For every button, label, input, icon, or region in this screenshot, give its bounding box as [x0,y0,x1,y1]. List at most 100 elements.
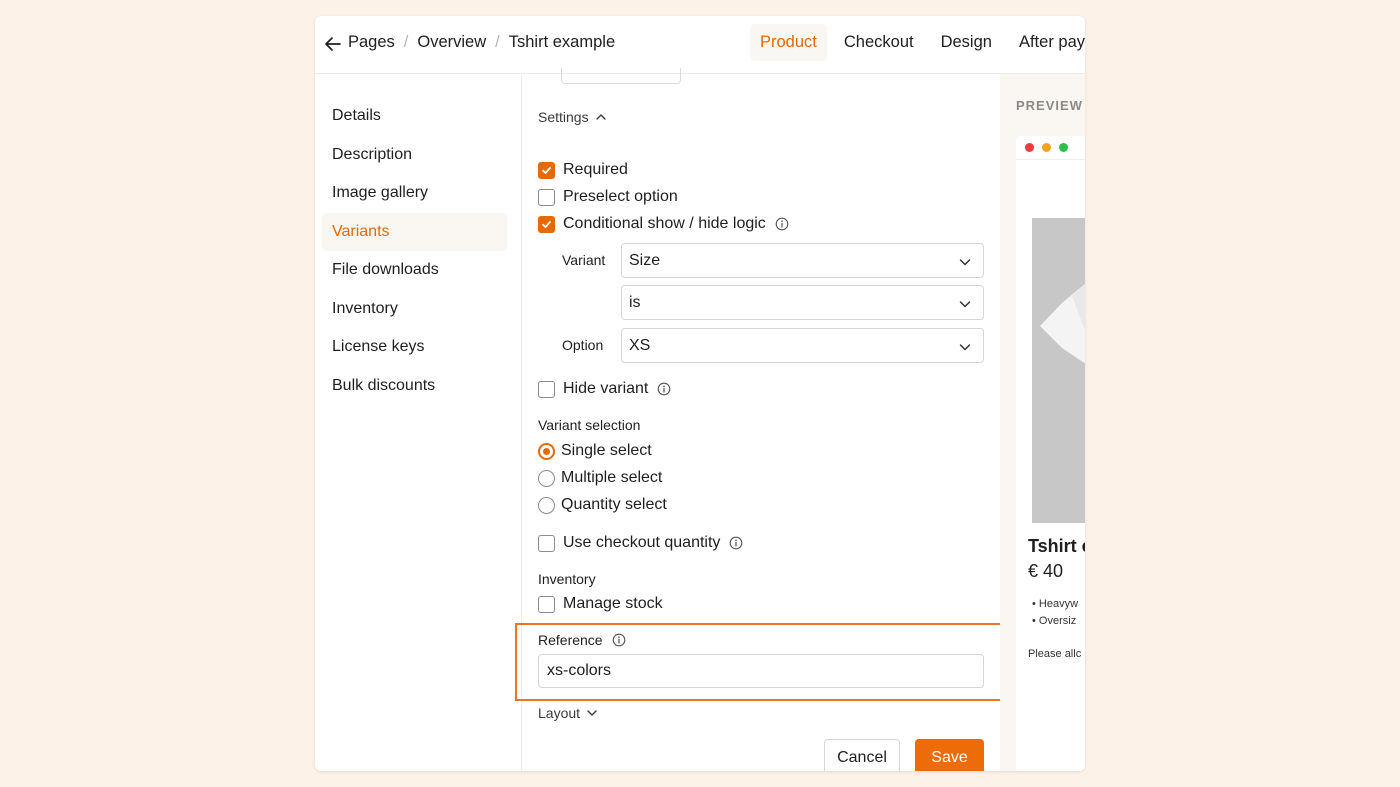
breadcrumb-separator: / [495,33,500,51]
window-maximize-dot-icon [1059,143,1068,152]
single-select-label: Single select [561,442,652,459]
single-select-radio[interactable] [538,442,555,460]
settings-toggle[interactable]: Settings [538,109,607,125]
sidebar-item-description[interactable]: Description [322,136,507,174]
chevron-down-icon [587,710,597,716]
tab-bar: Product Checkout Design After pay [750,24,1085,61]
layout-toggle-label: Layout [538,705,581,721]
checkmark-icon [542,166,551,174]
sidebar-item-inventory[interactable]: Inventory [322,290,507,328]
browser-bar [1016,136,1085,160]
checkout-quantity-row: Use checkout quantity [538,534,743,552]
save-button[interactable]: Save [915,739,984,771]
back-arrow-icon[interactable] [323,34,343,54]
reference-label: Reference [538,632,603,648]
required-label: Required [563,161,628,178]
tab-after-pay[interactable]: After pay [1009,24,1085,61]
manage-stock-row: Manage stock [538,595,663,613]
checkout-quantity-checkbox[interactable] [538,534,555,552]
preview-label: PREVIEW [1016,98,1083,113]
required-checkbox[interactable] [538,161,555,179]
breadcrumb-overview[interactable]: Overview [417,33,486,52]
preview-bullet-list: • Heavyw • Oversiz [1032,596,1078,630]
info-icon[interactable] [775,217,789,231]
inventory-heading: Inventory [538,571,596,587]
quantity-select-row: Quantity select [538,496,667,514]
preview-product-title: Tshirt e [1028,536,1085,556]
checkout-quantity-label: Use checkout quantity [563,534,721,551]
breadcrumb-pages[interactable]: Pages [348,33,395,52]
scrolled-field-stub [561,68,681,84]
tab-product[interactable]: Product [750,24,827,61]
quantity-select-radio[interactable] [538,496,555,514]
preview-note: Please allc [1028,648,1082,660]
quantity-select-label: Quantity select [561,496,667,513]
breadcrumb: Pages / Overview / Tshirt example [348,33,615,52]
preview-panel: PREVIEW Tshirt e € 40 • Heavyw • Oversiz… [1000,74,1085,771]
breadcrumb-separator: / [403,33,409,51]
breadcrumb-current: Tshirt example [508,33,616,51]
tshirt-image-icon [1040,283,1085,364]
info-icon[interactable] [729,536,743,550]
chevron-down-icon [959,344,971,351]
sidebar-item-license-keys[interactable]: License keys [322,328,507,366]
settings-toggle-label: Settings [538,109,589,125]
conditional-logic-checkbox[interactable] [538,215,555,233]
option-select[interactable]: XS [621,328,984,363]
tab-checkout[interactable]: Checkout [834,24,924,61]
operator-select[interactable]: is [621,285,984,320]
info-icon[interactable] [657,382,671,396]
preview-product-price: € 40 [1028,561,1064,581]
preview-browser: Tshirt e € 40 • Heavyw • Oversiz Please … [1016,136,1085,771]
sidebar-item-image-gallery[interactable]: Image gallery [322,174,507,212]
required-row: Required [538,161,628,179]
option-field-label: Option [562,337,604,353]
product-image [1032,218,1085,523]
info-icon[interactable] [612,633,626,647]
preselect-label: Preselect option [563,188,678,205]
hide-variant-label: Hide variant [563,380,649,397]
preselect-row: Preselect option [538,188,678,206]
preview-bullet-text: Oversiz [1038,615,1077,627]
hide-variant-checkbox[interactable] [538,380,555,398]
reference-label-row: Reference [538,632,626,648]
variant-select[interactable]: Size [621,243,984,278]
variant-settings-panel: Settings Required Preselect option Condi… [515,68,1012,771]
variant-selection-heading: Variant selection [538,417,641,433]
single-select-row: Single select [538,442,652,460]
editor-window: Pages / Overview / Tshirt example Produc… [315,16,1085,771]
cancel-button[interactable]: Cancel [824,739,900,771]
tab-design[interactable]: Design [931,24,1002,61]
chevron-up-icon [595,114,606,120]
conditional-logic-row: Conditional show / hide logic [538,215,789,233]
multiple-select-label: Multiple select [561,469,663,486]
top-bar: Pages / Overview / Tshirt example Produc… [315,16,1085,74]
chevron-down-icon [959,301,971,308]
manage-stock-checkbox[interactable] [538,595,555,613]
hide-variant-row: Hide variant [538,380,671,398]
preview-bullet-text: Heavyw [1038,598,1079,610]
checkmark-icon [542,220,551,228]
operator-select-value: is [629,294,641,311]
manage-stock-label: Manage stock [563,595,663,612]
variant-select-value: Size [629,252,661,269]
layout-toggle[interactable]: Layout [538,705,598,721]
preview-bullet-item: • Heavyw [1032,598,1079,610]
preview-bullet-item: • Oversiz [1032,615,1077,627]
sidebar-item-details[interactable]: Details [322,97,507,135]
sidebar-item-variants[interactable]: Variants [322,212,507,251]
window-close-dot-icon [1025,143,1034,152]
variant-field-label: Variant [562,252,606,268]
preselect-checkbox[interactable] [538,188,555,206]
chevron-down-icon [959,259,971,266]
sidebar-item-file-downloads[interactable]: File downloads [322,251,507,289]
radio-dot [543,447,550,455]
sidebar-item-bulk-discounts[interactable]: Bulk discounts [322,367,507,405]
window-minimize-dot-icon [1042,143,1051,152]
multiple-select-row: Multiple select [538,469,662,487]
sidebar: Details Description Image gallery Varian… [315,74,522,771]
conditional-logic-label: Conditional show / hide logic [563,215,766,232]
multiple-select-radio[interactable] [538,469,555,487]
option-select-value: XS [629,337,651,354]
reference-input[interactable]: xs-colors [538,654,984,688]
